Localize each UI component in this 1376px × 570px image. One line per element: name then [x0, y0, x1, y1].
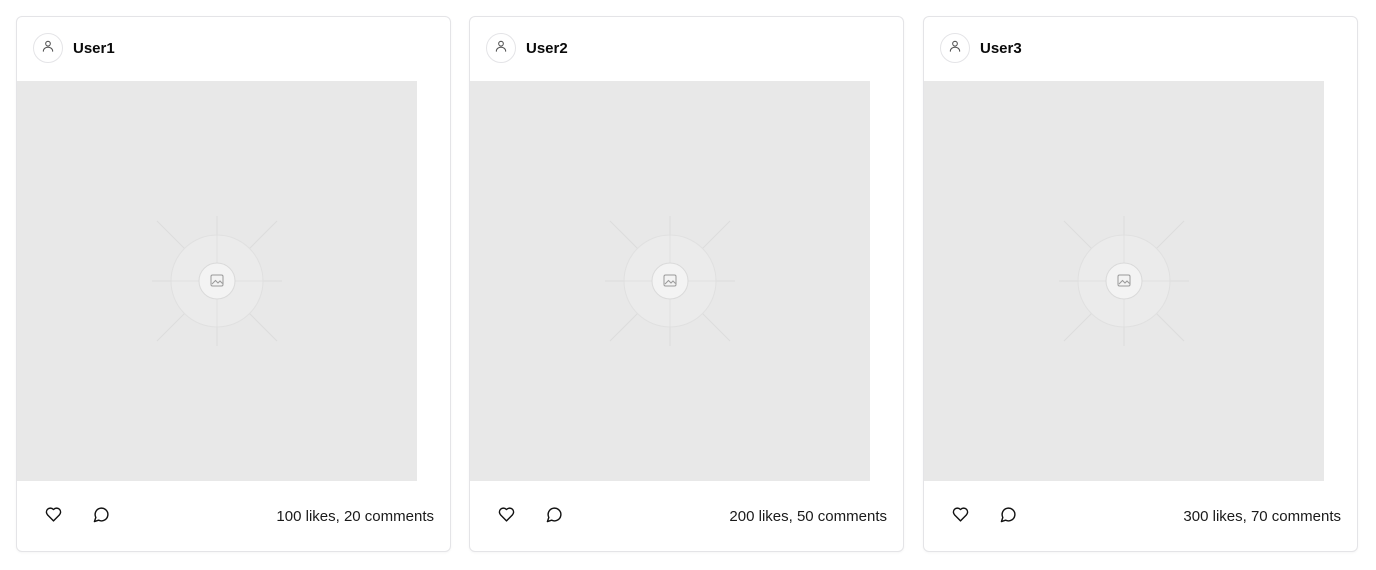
user-icon	[948, 39, 962, 58]
user-icon	[494, 39, 508, 58]
like-button[interactable]	[41, 505, 65, 529]
post-footer: 100 likes, 20 comments	[17, 481, 450, 551]
user-icon	[41, 39, 55, 58]
post-image[interactable]	[17, 81, 417, 481]
comment-button[interactable]	[542, 505, 566, 529]
post-footer: 200 likes, 50 comments	[470, 481, 903, 551]
post-header: User3	[924, 17, 1357, 81]
avatar[interactable]	[486, 33, 516, 63]
post-header: User1	[17, 17, 450, 81]
post-header: User2	[470, 17, 903, 81]
post-stats: 200 likes, 50 comments	[729, 508, 887, 525]
avatar[interactable]	[940, 33, 970, 63]
post-image[interactable]	[470, 81, 870, 481]
post-card: User3 300 likes, 70 comments	[923, 16, 1358, 552]
comment-button[interactable]	[996, 505, 1020, 529]
username[interactable]: User1	[73, 40, 115, 58]
heart-icon	[45, 506, 62, 528]
post-stats: 300 likes, 70 comments	[1183, 508, 1341, 525]
username[interactable]: User2	[526, 40, 568, 58]
avatar[interactable]	[33, 33, 63, 63]
heart-icon	[952, 506, 969, 528]
post-footer: 300 likes, 70 comments	[924, 481, 1357, 551]
message-circle-icon	[93, 506, 110, 528]
comment-button[interactable]	[89, 505, 113, 529]
like-button[interactable]	[494, 505, 518, 529]
post-stats: 100 likes, 20 comments	[276, 508, 434, 525]
post-card: User2 200 likes, 50 comments	[469, 16, 904, 552]
heart-icon	[498, 506, 515, 528]
message-circle-icon	[1000, 506, 1017, 528]
post-feed: User1 100 likes, 20 comments User2 200 l…	[0, 0, 1376, 570]
message-circle-icon	[546, 506, 563, 528]
post-card: User1 100 likes, 20 comments	[16, 16, 451, 552]
post-image[interactable]	[924, 81, 1324, 481]
like-button[interactable]	[948, 505, 972, 529]
username[interactable]: User3	[980, 40, 1022, 58]
